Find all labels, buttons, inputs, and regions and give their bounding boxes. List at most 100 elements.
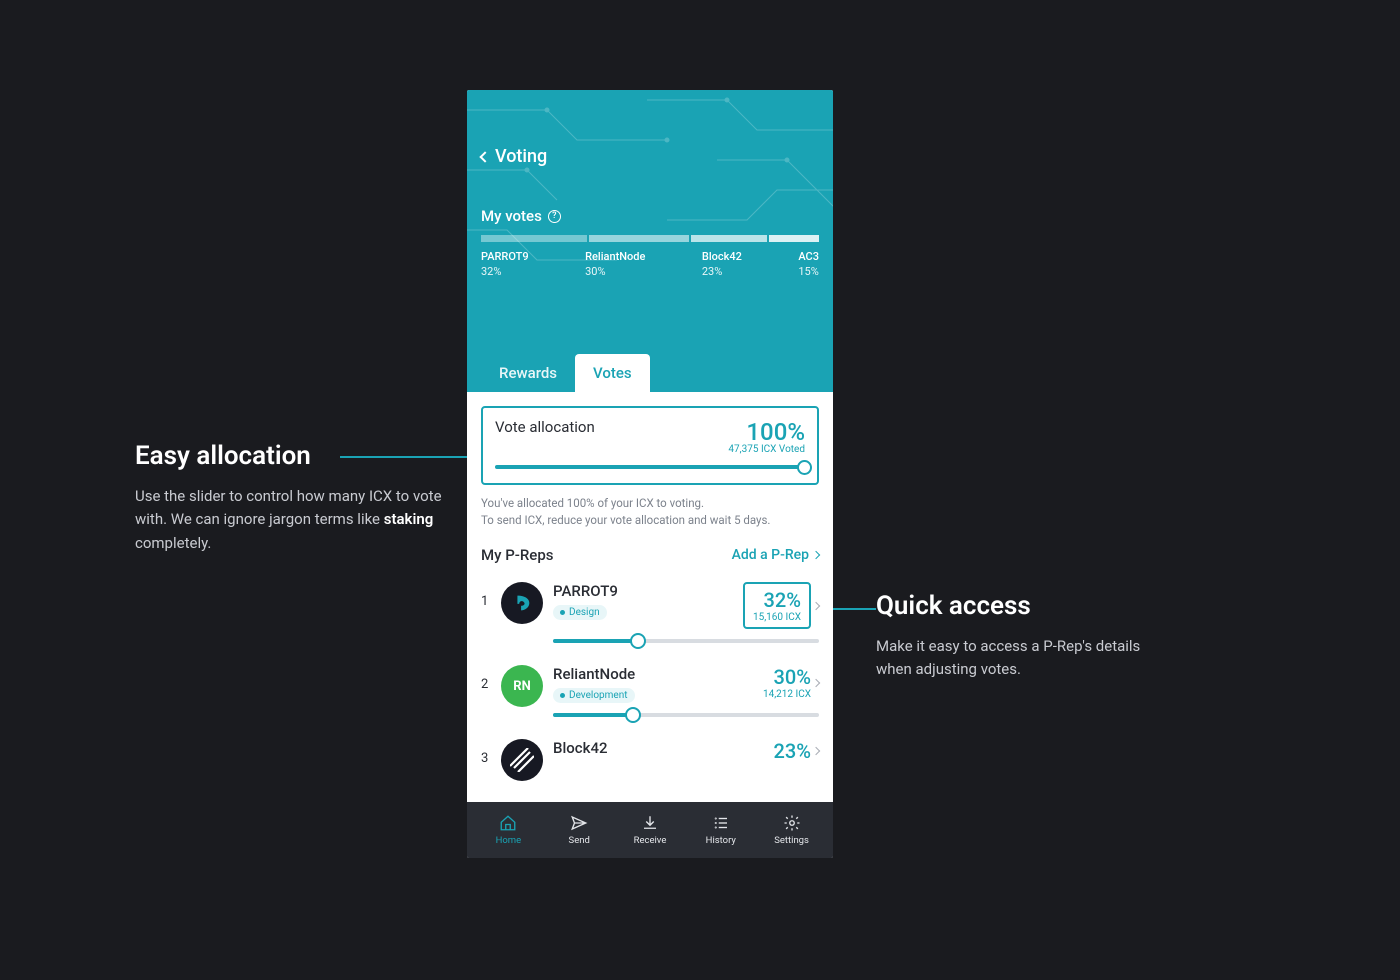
gear-icon [783,814,801,832]
prep-rank: 3 [481,739,491,766]
prep-name: ReliantNode [553,665,635,683]
prep-percent: 30% [763,665,811,689]
prep-icx: 14,212 ICX [763,689,811,700]
allocation-message: You've allocated 100% of your ICX to vot… [481,495,819,528]
prep-avatar [501,739,543,781]
legend-name: ReliantNode [585,250,645,265]
prep-percent-box[interactable]: 30% 14,212 ICX [763,665,811,700]
nav-receive[interactable]: Receive [615,814,686,846]
phone-mockup: Voting My votes ? PARROT9 32% ReliantNod… [467,90,833,858]
legend-item: AC3 15% [798,250,819,280]
parrot-icon [511,592,533,614]
nav-history[interactable]: History [685,814,756,846]
prep-tag: Design [553,605,607,620]
allocation-message-line: You've allocated 100% of your ICX to vot… [481,495,819,512]
prep-rank: 2 [481,665,491,692]
allocation-message-line: To send ICX, reduce your vote allocation… [481,512,819,529]
legend-item: Block42 23% [702,250,742,280]
connector-line-right [828,608,876,610]
annotation-title: Quick access [876,591,1176,621]
prep-tag: Development [553,688,635,703]
nav-home[interactable]: Home [473,814,544,846]
vote-allocation-panel: Vote allocation 100% 47,375 ICX Voted [481,406,819,485]
home-icon [499,814,517,832]
help-icon[interactable]: ? [548,210,561,223]
chevron-right-icon[interactable] [812,679,820,687]
screen-header: Voting My votes ? PARROT9 32% ReliantNod… [467,90,833,392]
myvotes-heading: My votes ? [481,207,819,225]
nav-label: Receive [634,835,667,846]
bar-segment [769,235,819,242]
back-button[interactable]: Voting [481,90,819,167]
prep-row[interactable]: 3 Block42 23% [481,731,819,781]
bar-segment [481,235,587,242]
history-icon [712,814,730,832]
slider-fill [553,713,633,717]
myvotes-text: My votes [481,207,542,225]
legend-pct: 32% [481,265,529,280]
prep-name: Block42 [553,739,608,757]
legend-pct: 15% [798,265,819,280]
legend-item: PARROT9 32% [481,250,529,280]
slider-thumb[interactable] [797,460,812,475]
nav-send[interactable]: Send [544,814,615,846]
annotation-body: Make it easy to access a P-Rep's details… [876,635,1176,682]
annotation-easy-allocation: Easy allocation Use the slider to contro… [135,441,445,555]
prep-percent: 23% [774,739,811,763]
legend-item: ReliantNode 30% [585,250,645,280]
prep-percent-box[interactable]: 32% 15,160 ICX [743,582,811,629]
tab-votes[interactable]: Votes [575,354,650,392]
legend-name: PARROT9 [481,250,529,265]
prep-slider[interactable] [553,639,819,643]
preps-header: My P-Reps Add a P-Rep [481,546,819,564]
annotation-body-bold: staking [384,510,434,528]
send-icon [570,814,588,832]
slider-thumb[interactable] [625,707,641,723]
nav-label: Home [496,835,522,846]
allocation-title: Vote allocation [495,418,595,436]
chevron-left-icon [479,151,490,162]
tab-bar: Rewards Votes [481,354,650,392]
prep-avatar: RN [501,665,543,707]
allocation-slider[interactable] [495,465,805,469]
legend-name: AC3 [798,250,819,265]
chevron-right-icon[interactable] [812,747,820,755]
slider-thumb[interactable] [630,633,646,649]
chevron-right-icon[interactable] [812,602,820,610]
prep-avatar [501,582,543,624]
screen-content: Vote allocation 100% 47,375 ICX Voted Yo… [467,392,833,802]
prep-name: PARROT9 [553,582,618,600]
prep-slider[interactable] [553,713,819,717]
nav-label: Settings [774,835,809,846]
votes-summary-bar [481,235,819,242]
bar-segment [691,235,767,242]
prep-percent: 32% [753,588,801,612]
votes-legend: PARROT9 32% ReliantNode 30% Block42 23% … [481,250,819,280]
slider-fill [553,639,638,643]
add-prep-button[interactable]: Add a P-Rep [732,547,819,563]
nav-settings[interactable]: Settings [756,814,827,846]
allocation-percent: 100% [728,418,805,446]
annotation-body-post: completely. [135,534,211,552]
nav-label: History [706,835,736,846]
bar-segment [589,235,689,242]
prep-rank: 1 [481,582,491,609]
legend-pct: 23% [702,265,742,280]
preps-title: My P-Reps [481,546,554,564]
connector-line-left [340,456,470,458]
receive-icon [641,814,659,832]
screen-title: Voting [495,146,547,167]
prep-percent-box[interactable]: 23% [774,739,811,763]
stripes-icon [510,748,534,772]
legend-pct: 30% [585,265,645,280]
chevron-right-icon [812,551,820,559]
prep-row[interactable]: 1 PARROT9 Design 32% 15,160 ICX [481,574,819,657]
prep-row[interactable]: 2 RN ReliantNode Development 30% 14,212 … [481,657,819,731]
tab-rewards[interactable]: Rewards [481,354,575,392]
allocation-voted: 47,375 ICX Voted [728,444,805,455]
legend-name: Block42 [702,250,742,265]
add-prep-label: Add a P-Rep [732,547,809,563]
nav-label: Send [569,835,590,846]
annotation-body: Use the slider to control how many ICX t… [135,485,445,555]
bottom-nav: Home Send Receive History Settings [467,802,833,858]
